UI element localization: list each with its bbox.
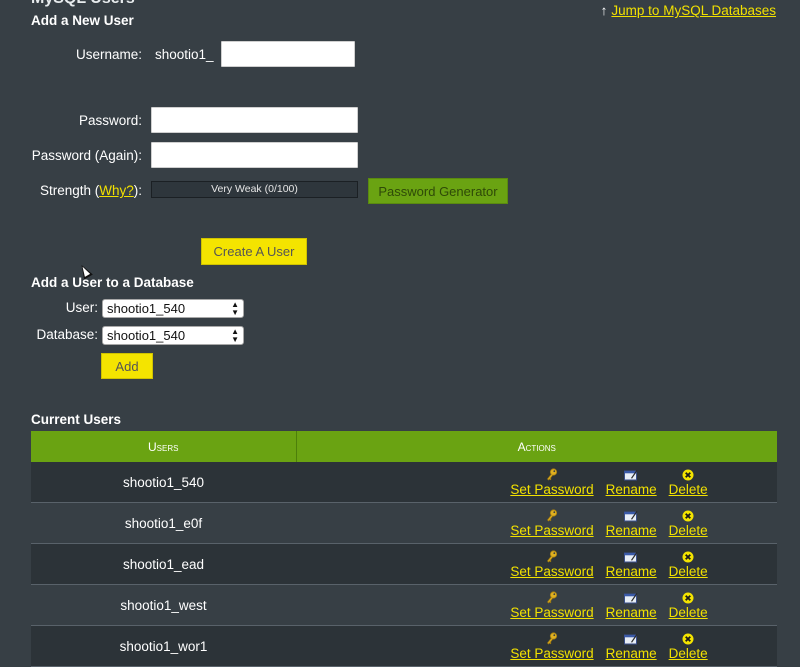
user-select-label: User: <box>65 300 98 315</box>
delete-action[interactable]: Delete <box>669 632 708 661</box>
rename-icon[interactable] <box>624 509 638 523</box>
jump-to-databases-link[interactable]: ↑ Jump to MySQL Databases <box>601 3 776 18</box>
delete-link[interactable]: Delete <box>669 564 708 579</box>
set-password-action[interactable]: Set Password <box>510 632 594 661</box>
user-select-value: shootio1_540 <box>107 301 186 316</box>
set-password-link[interactable]: Set Password <box>510 605 593 620</box>
key-icon[interactable] <box>546 468 558 482</box>
delete-link[interactable]: Delete <box>669 646 708 661</box>
user-select[interactable]: shootio1_540 ▲ ▼ <box>102 299 244 318</box>
set-password-link[interactable]: Set Password <box>510 523 593 538</box>
jump-link-label: Jump to MySQL Databases <box>611 3 776 18</box>
rename-link[interactable]: Rename <box>606 605 657 620</box>
set-password-link[interactable]: Set Password <box>510 564 593 579</box>
rename-action[interactable]: Rename <box>606 550 657 579</box>
rename-link[interactable]: Rename <box>606 564 657 579</box>
password-generator-button[interactable]: Password Generator <box>368 178 508 204</box>
database-select-label: Database: <box>36 327 98 342</box>
rename-action[interactable]: Rename <box>606 509 657 538</box>
database-select-value: shootio1_540 <box>107 328 186 343</box>
table-row: shootio1_west Set Password Rename Delete <box>31 584 777 626</box>
table-row: shootio1_wor1 Set Password Rename Delete <box>31 625 777 667</box>
delete-icon[interactable] <box>682 591 694 605</box>
delete-icon[interactable] <box>682 468 694 482</box>
select-chevron-icon: ▲ ▼ <box>231 300 239 317</box>
delete-action[interactable]: Delete <box>669 468 708 497</box>
select-chevron-icon: ▲ ▼ <box>231 327 239 344</box>
user-name-cell: shootio1_wor1 <box>31 625 296 667</box>
delete-icon[interactable] <box>682 509 694 523</box>
username-input[interactable] <box>221 41 355 67</box>
current-users-table: Users Actions shootio1_540 Set Password Re… <box>31 431 777 667</box>
key-icon[interactable] <box>546 509 558 523</box>
password-label: Password: <box>78 113 142 128</box>
delete-action[interactable]: Delete <box>669 509 708 538</box>
rename-action[interactable]: Rename <box>606 632 657 661</box>
add-to-database-section-title: Add a User to a Database <box>31 275 194 290</box>
add-user-section-title: Add a New User <box>31 13 134 28</box>
key-icon[interactable] <box>546 550 558 564</box>
actions-cell: Set Password Rename Delete <box>296 584 777 626</box>
delete-icon[interactable] <box>682 632 694 646</box>
rename-icon[interactable] <box>624 591 638 605</box>
user-name-cell: shootio1_e0f <box>31 502 296 544</box>
user-name-cell: shootio1_ead <box>31 543 296 585</box>
column-header-actions: Actions <box>296 431 777 462</box>
user-name-cell: shootio1_west <box>31 584 296 626</box>
password-input[interactable] <box>151 107 358 133</box>
rename-icon[interactable] <box>624 632 638 646</box>
table-row: shootio1_e0f Set Password Rename Delete <box>31 502 777 544</box>
key-icon[interactable] <box>546 632 558 646</box>
up-arrow-icon: ↑ <box>600 3 608 18</box>
table-row: shootio1_540 Set Password Rename Delete <box>31 462 777 503</box>
rename-action[interactable]: Rename <box>606 591 657 620</box>
strength-label: Strength (Why?): <box>39 183 142 198</box>
column-header-users[interactable]: Users <box>31 431 297 462</box>
delete-link[interactable]: Delete <box>669 482 708 497</box>
rename-icon[interactable] <box>624 550 638 564</box>
password-strength-meter: Very Weak (0/100) <box>151 181 358 198</box>
actions-cell: Set Password Rename Delete <box>296 543 777 585</box>
page-heading: MySQL Users <box>31 0 135 8</box>
why-link[interactable]: Why? <box>99 183 134 198</box>
username-prefix: shootio1_ <box>155 47 214 62</box>
current-users-section-title: Current Users <box>31 412 122 427</box>
delete-action[interactable]: Delete <box>669 591 708 620</box>
rename-link[interactable]: Rename <box>606 482 657 497</box>
set-password-action[interactable]: Set Password <box>510 509 594 538</box>
delete-action[interactable]: Delete <box>669 550 708 579</box>
rename-action[interactable]: Rename <box>606 468 657 497</box>
add-user-to-database-button[interactable]: Add <box>101 353 153 379</box>
database-select[interactable]: shootio1_540 ▲ ▼ <box>102 326 244 345</box>
delete-link[interactable]: Delete <box>669 605 708 620</box>
password-again-label: Password (Again): <box>31 148 142 163</box>
rename-icon[interactable] <box>624 468 638 482</box>
actions-cell: Set Password Rename Delete <box>296 462 777 503</box>
password-again-input[interactable] <box>151 142 358 168</box>
set-password-action[interactable]: Set Password <box>510 550 594 579</box>
set-password-action[interactable]: Set Password <box>510 468 594 497</box>
key-icon[interactable] <box>546 591 558 605</box>
user-name-cell: shootio1_540 <box>31 462 296 503</box>
table-row: shootio1_ead Set Password Rename Delete <box>31 543 777 585</box>
create-user-button[interactable]: Create A User <box>201 238 307 265</box>
delete-icon[interactable] <box>682 550 694 564</box>
rename-link[interactable]: Rename <box>606 646 657 661</box>
actions-cell: Set Password Rename Delete <box>296 502 777 544</box>
rename-link[interactable]: Rename <box>606 523 657 538</box>
username-label: Username: <box>75 47 142 62</box>
set-password-action[interactable]: Set Password <box>510 591 594 620</box>
actions-cell: Set Password Rename Delete <box>296 625 777 667</box>
set-password-link[interactable]: Set Password <box>510 482 593 497</box>
set-password-link[interactable]: Set Password <box>510 646 593 661</box>
delete-link[interactable]: Delete <box>669 523 708 538</box>
